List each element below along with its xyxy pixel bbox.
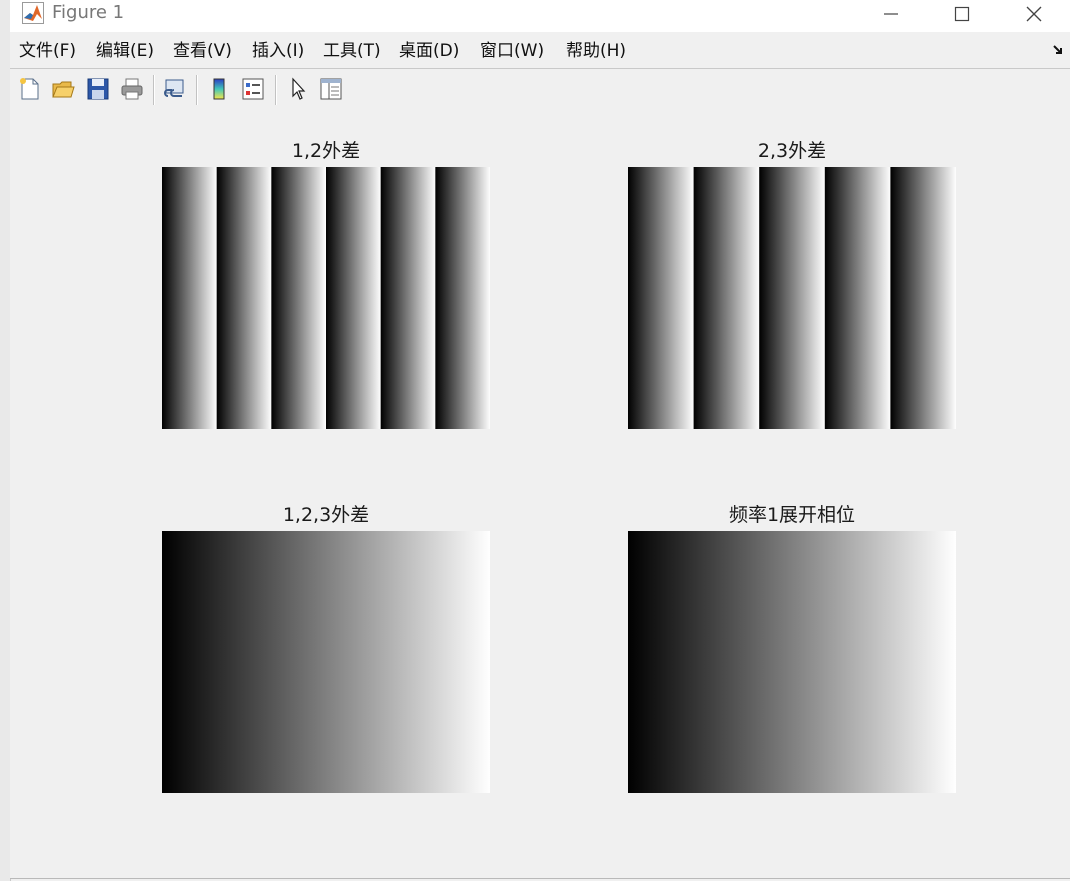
phase-stripe [759,167,826,429]
plot-title-1: 1,2外差 [291,140,361,162]
toolbar-separator [153,75,155,105]
colorbar-button[interactable] [206,76,232,102]
toolbar-separator [196,75,198,105]
link-plot-icon [164,79,184,97]
minimize-icon [884,13,898,15]
phase-stripe [216,167,272,429]
menu-view[interactable]: 查看(V) [173,40,232,62]
new-figure-icon [20,78,39,100]
dock-arrow-icon[interactable] [1052,44,1064,56]
property-editor-button[interactable] [318,76,344,102]
phase-stripe [271,167,327,429]
maximize-button[interactable] [939,0,985,28]
window-title: Figure 1 [52,2,125,23]
legend-icon [242,78,264,100]
phase-stripe [628,167,694,429]
print-button[interactable] [119,76,145,102]
plot-title-4: 频率1展开相位 [728,504,856,526]
legend-button[interactable] [240,76,266,102]
menu-tools[interactable]: 工具(T) [323,40,381,62]
plot-image-2 [628,167,956,429]
figure-window: Figure 1 文件(F) 编辑(E) 查看(V) 插入(I) 工具(T) 桌… [10,0,1070,879]
phase-gradient [162,531,490,793]
plot-image-3 [162,531,490,793]
toolbar-separator [275,75,277,105]
figure-toolbar [10,68,1070,110]
menu-bar: 文件(F) 编辑(E) 查看(V) 插入(I) 工具(T) 桌面(D) 窗口(W… [10,35,1070,67]
open-file-button[interactable] [50,76,76,102]
phase-stripe [162,167,218,429]
print-icon [121,78,143,100]
phase-gradient [628,531,956,793]
phase-stripe [435,167,490,429]
menu-desktop[interactable]: 桌面(D) [399,40,459,62]
phase-stripe [380,167,436,429]
figure-canvas: 1,2外差 2,3外差 1,2,3外差 频率1展开相位 [10,109,1070,878]
menu-window[interactable]: 窗口(W) [480,40,544,62]
maximize-icon [954,6,970,22]
phase-stripe [824,167,891,429]
menu-edit[interactable]: 编辑(E) [96,40,154,62]
matlab-logo-icon [22,2,44,24]
colorbar-icon [213,78,225,100]
menu-help[interactable]: 帮助(H) [566,40,626,62]
close-button[interactable] [1011,0,1057,28]
phase-stripe [890,167,956,429]
link-plot-button[interactable] [162,76,188,102]
pointer-icon [292,77,306,100]
title-bar[interactable]: Figure 1 [10,0,1070,32]
plot-image-4 [628,531,956,793]
menu-insert[interactable]: 插入(I) [252,40,304,62]
plot-title-2: 2,3外差 [757,140,827,162]
phase-stripe [693,167,760,429]
save-button[interactable] [85,76,111,102]
new-figure-button[interactable] [16,76,42,102]
minimize-button[interactable] [868,0,914,28]
pointer-button[interactable] [285,76,311,102]
plot-image-1 [162,167,490,429]
property-editor-icon [320,78,342,100]
menu-file[interactable]: 文件(F) [19,40,76,62]
open-file-icon [52,81,75,98]
plot-title-3: 1,2,3外差 [282,504,370,526]
close-icon [1026,6,1042,22]
phase-stripe [326,167,382,429]
save-icon [87,78,109,100]
